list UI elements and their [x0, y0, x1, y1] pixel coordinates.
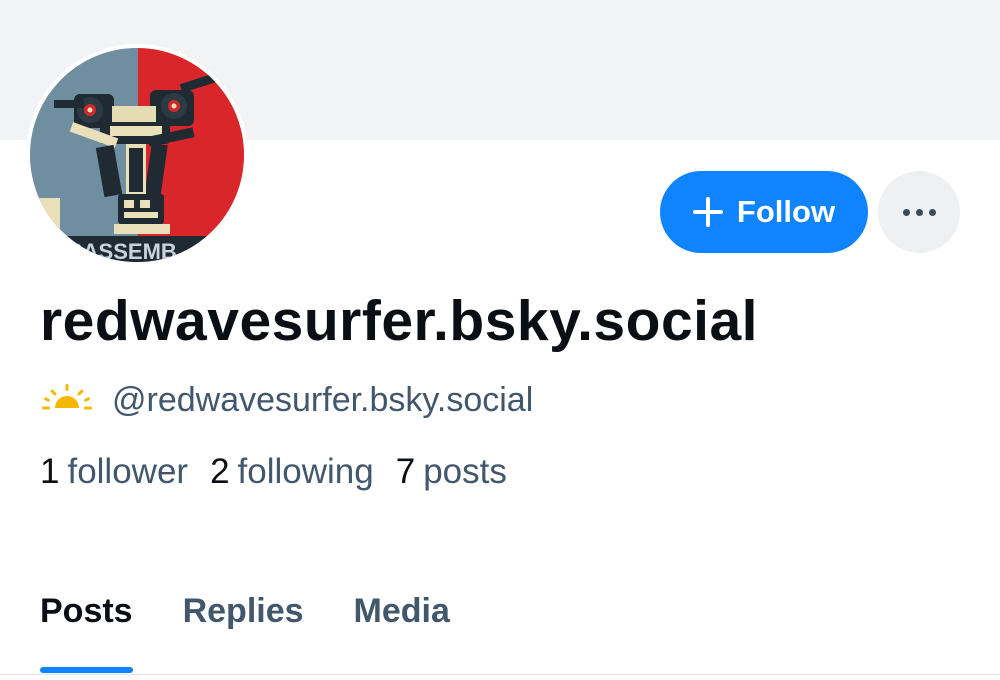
avatar[interactable]: DISASSEMB	[26, 44, 248, 266]
tab-replies[interactable]: Replies	[183, 592, 304, 655]
follow-button-label: Follow	[736, 194, 836, 229]
plus-icon	[692, 197, 723, 227]
tab-posts[interactable]: Posts	[40, 592, 133, 673]
followers-count: 1	[40, 452, 60, 491]
ellipsis-icon-dot	[915, 208, 923, 216]
posts-label: posts	[423, 452, 507, 491]
posts-stat: 7 posts	[396, 452, 507, 492]
sunrise-icon	[40, 382, 94, 419]
ellipsis-icon-dot	[928, 208, 936, 216]
avatar-poster-text: DISASSEMB	[46, 239, 177, 262]
display-name: redwavesurfer.bsky.social	[40, 289, 759, 353]
profile-handle: @redwavesurfer.bsky.social	[112, 380, 534, 419]
followers-stat[interactable]: 1 follower	[40, 452, 188, 492]
posts-count: 7	[395, 452, 416, 491]
ellipsis-icon-dot	[902, 208, 910, 216]
handle-row: @redwavesurfer.bsky.social	[40, 376, 533, 424]
following-count: 2	[210, 452, 230, 491]
profile-page: DISASSEMB Follow redwavesurfer.bsky.soci…	[0, 0, 1000, 680]
tab-media[interactable]: Media	[354, 592, 450, 655]
following-stat[interactable]: 2 following	[210, 452, 374, 492]
profile-stats: 1 follower 2 following 7 posts	[40, 452, 507, 492]
follow-button[interactable]: Follow	[660, 171, 868, 253]
avatar-image: DISASSEMB	[30, 48, 244, 262]
profile-tabs: Posts Replies Media	[40, 592, 450, 673]
following-label: following	[237, 452, 374, 491]
followers-label: follower	[67, 452, 189, 491]
more-options-button[interactable]	[878, 171, 960, 253]
tabs-divider	[0, 674, 1000, 675]
